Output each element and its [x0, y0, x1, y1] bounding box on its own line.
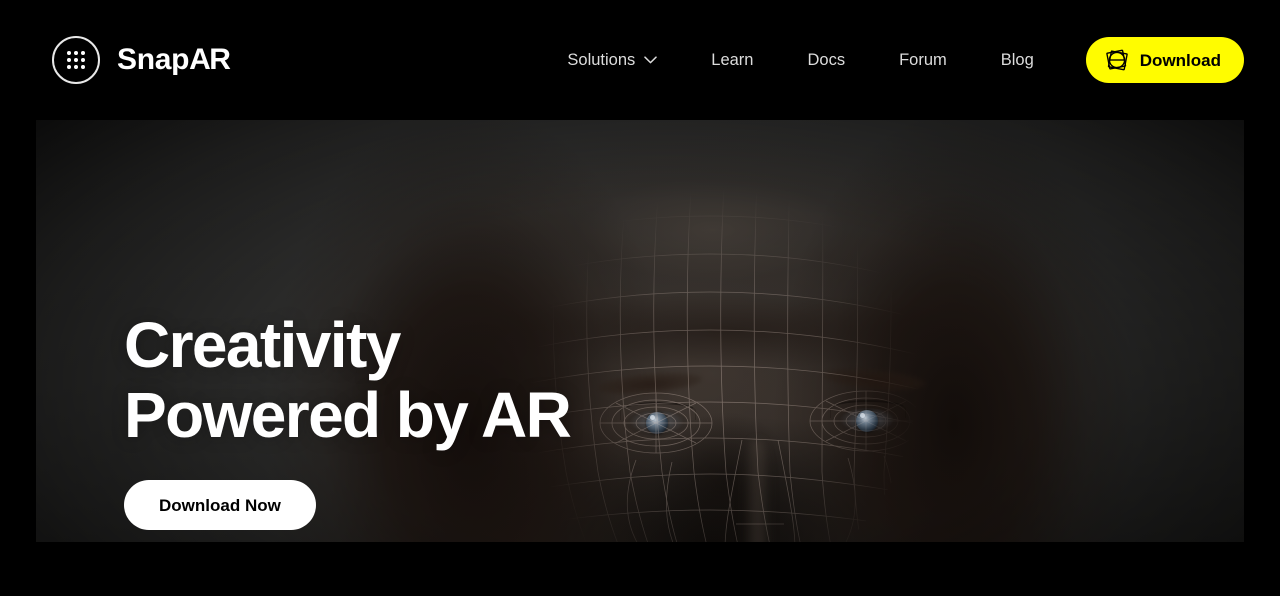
portrait-eyelid-right [830, 400, 906, 418]
page-root: SnapAR Solutions Learn Docs Forum Blog D… [0, 0, 1280, 596]
nav-item-docs[interactable]: Docs [780, 42, 872, 79]
lens-studio-icon [1106, 49, 1128, 71]
hero-section: Creativity Powered by AR Download Now [36, 120, 1244, 542]
nav-item-label: Solutions [567, 50, 636, 69]
brand-wordmark: SnapAR [117, 43, 231, 76]
site-header: SnapAR Solutions Learn Docs Forum Blog D… [0, 0, 1280, 120]
main-navigation: Solutions Learn Docs Forum Blog Download [551, 37, 1244, 83]
hero-headline-line-2: Powered by AR [124, 379, 572, 452]
hero-download-now-button[interactable]: Download Now [124, 480, 316, 531]
nav-item-blog[interactable]: Blog [974, 42, 1061, 79]
hero-copy: Creativity Powered by AR Download Now [124, 309, 572, 531]
dot-grid-circle-icon [52, 36, 100, 84]
nav-item-learn[interactable]: Learn [684, 42, 780, 79]
portrait-nose [742, 440, 772, 542]
hero-headline: Creativity Powered by AR [124, 309, 572, 452]
brand-name-main: Snap [117, 43, 190, 76]
download-button-label: Download [1139, 50, 1221, 70]
header-download-button[interactable]: Download [1085, 37, 1244, 83]
brand-logo-link[interactable]: SnapAR [52, 36, 231, 84]
brand-name-suffix: AR [189, 43, 231, 76]
chevron-down-icon [644, 56, 658, 64]
hero-headline-line-1: Creativity [124, 309, 401, 381]
nav-item-label: Blog [1000, 50, 1034, 69]
portrait-eyelid-left [620, 402, 696, 420]
nav-item-forum[interactable]: Forum [872, 42, 974, 79]
nav-item-label: Docs [807, 50, 846, 69]
nav-item-label: Learn [711, 50, 754, 69]
dot-grid [67, 51, 85, 69]
nav-item-label: Forum [899, 50, 947, 69]
nav-item-solutions[interactable]: Solutions [551, 42, 684, 79]
